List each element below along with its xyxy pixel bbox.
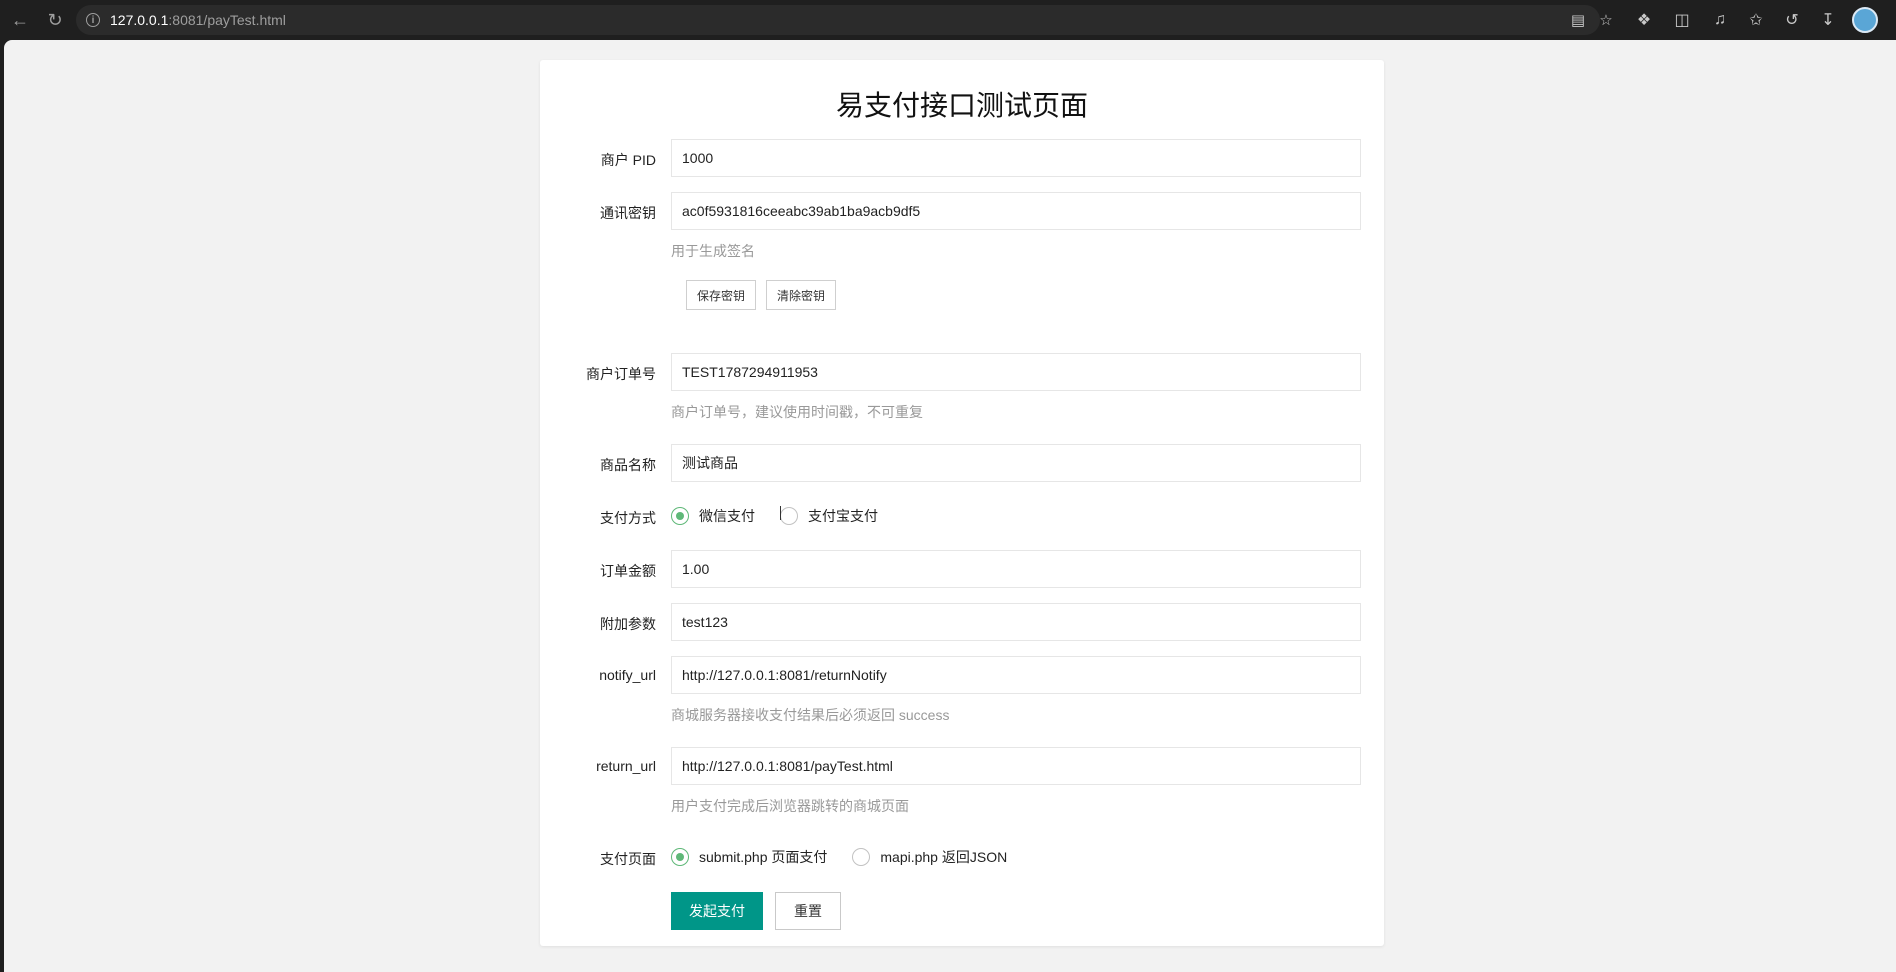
back-arrow-icon[interactable]: ← — [8, 8, 32, 32]
extensions-icon[interactable]: ❖ — [1633, 9, 1655, 31]
address-url[interactable]: 127.0.0.1:8081/payTest.html — [110, 12, 286, 28]
money-input[interactable] — [671, 550, 1361, 588]
history-icon[interactable]: ↺ — [1781, 9, 1803, 31]
pid-label: 商户 PID — [600, 152, 656, 168]
save-key-button[interactable]: 保存密钥 — [686, 280, 757, 310]
browser-toolbar: ← ↻ i 127.0.0.1:8081/payTest.html ▤ ☆ ❖ … — [0, 0, 1896, 40]
key-label: 通讯密钥 — [600, 205, 656, 221]
mapi-php-radio[interactable] — [852, 848, 871, 866]
return-url-hint: 用户支付完成后浏览器跳转的商城页面 — [671, 798, 909, 814]
submit-php-radio[interactable] — [671, 848, 689, 866]
product-name-input[interactable] — [671, 444, 1361, 482]
clear-key-button[interactable]: 清除密钥 — [766, 280, 837, 310]
param-label: 附加参数 — [600, 616, 656, 632]
notify-url-label: notify_url — [599, 667, 656, 683]
reload-icon[interactable]: ↻ — [43, 8, 67, 32]
media-icon[interactable]: ♫ — [1709, 9, 1731, 31]
param-input[interactable] — [671, 603, 1361, 641]
key-hint: 用于生成签名 — [671, 243, 755, 259]
reader-mode-icon[interactable]: ▤ — [1568, 10, 1588, 30]
order-no-label: 商户订单号 — [586, 366, 656, 382]
download-icon[interactable]: ↧ — [1817, 9, 1839, 31]
profile-avatar[interactable] — [1852, 7, 1878, 33]
notify-url-input[interactable] — [671, 656, 1361, 694]
submit-pay-button[interactable]: 发起支付 — [671, 892, 763, 930]
wechat-pay-label[interactable]: 微信支付 — [699, 506, 755, 526]
notify-url-hint: 商城服务器接收支付结果后必须返回 success — [671, 707, 950, 723]
favorites-icon[interactable]: ✩ — [1745, 9, 1767, 31]
pay-type-radio-group: 微信支付 支付宝支付 — [671, 506, 878, 526]
split-screen-icon[interactable]: ◫ — [1671, 9, 1693, 31]
alipay-radio[interactable] — [780, 507, 798, 525]
pay-page-radio-group: submit.php 页面支付 mapi.php 返回JSON — [671, 847, 1007, 867]
wechat-pay-radio[interactable] — [671, 507, 689, 525]
return-url-input[interactable] — [671, 747, 1361, 785]
alipay-label[interactable]: 支付宝支付 — [808, 506, 878, 526]
product-name-label: 商品名称 — [600, 457, 656, 473]
mapi-php-label[interactable]: mapi.php 返回JSON — [880, 847, 1007, 867]
submit-php-label[interactable]: submit.php 页面支付 — [699, 847, 827, 867]
key-input[interactable] — [671, 192, 1361, 230]
site-info-icon[interactable]: i — [86, 13, 100, 27]
pay-page-label: 支付页面 — [600, 851, 656, 867]
order-no-input[interactable] — [671, 353, 1361, 391]
page-viewport: 易支付接口测试页面 商户 PID 通讯密钥 用于生成签名 保存密钥 清除密钥 商… — [4, 40, 1896, 972]
pid-input[interactable] — [671, 139, 1361, 177]
money-label: 订单金额 — [600, 563, 656, 579]
pay-test-form: 易支付接口测试页面 商户 PID 通讯密钥 用于生成签名 保存密钥 清除密钥 商… — [540, 60, 1384, 946]
pay-type-label: 支付方式 — [600, 510, 656, 526]
return-url-label: return_url — [596, 758, 656, 774]
reset-button[interactable]: 重置 — [775, 892, 841, 930]
page-title: 易支付接口测试页面 — [835, 90, 1088, 121]
order-no-hint: 商户订单号，建议使用时间戳，不可重复 — [671, 404, 923, 420]
text-cursor — [780, 506, 781, 520]
favorite-star-icon[interactable]: ☆ — [1596, 10, 1616, 30]
address-bar[interactable]: i 127.0.0.1:8081/payTest.html ▤ ☆ — [76, 5, 1613, 35]
